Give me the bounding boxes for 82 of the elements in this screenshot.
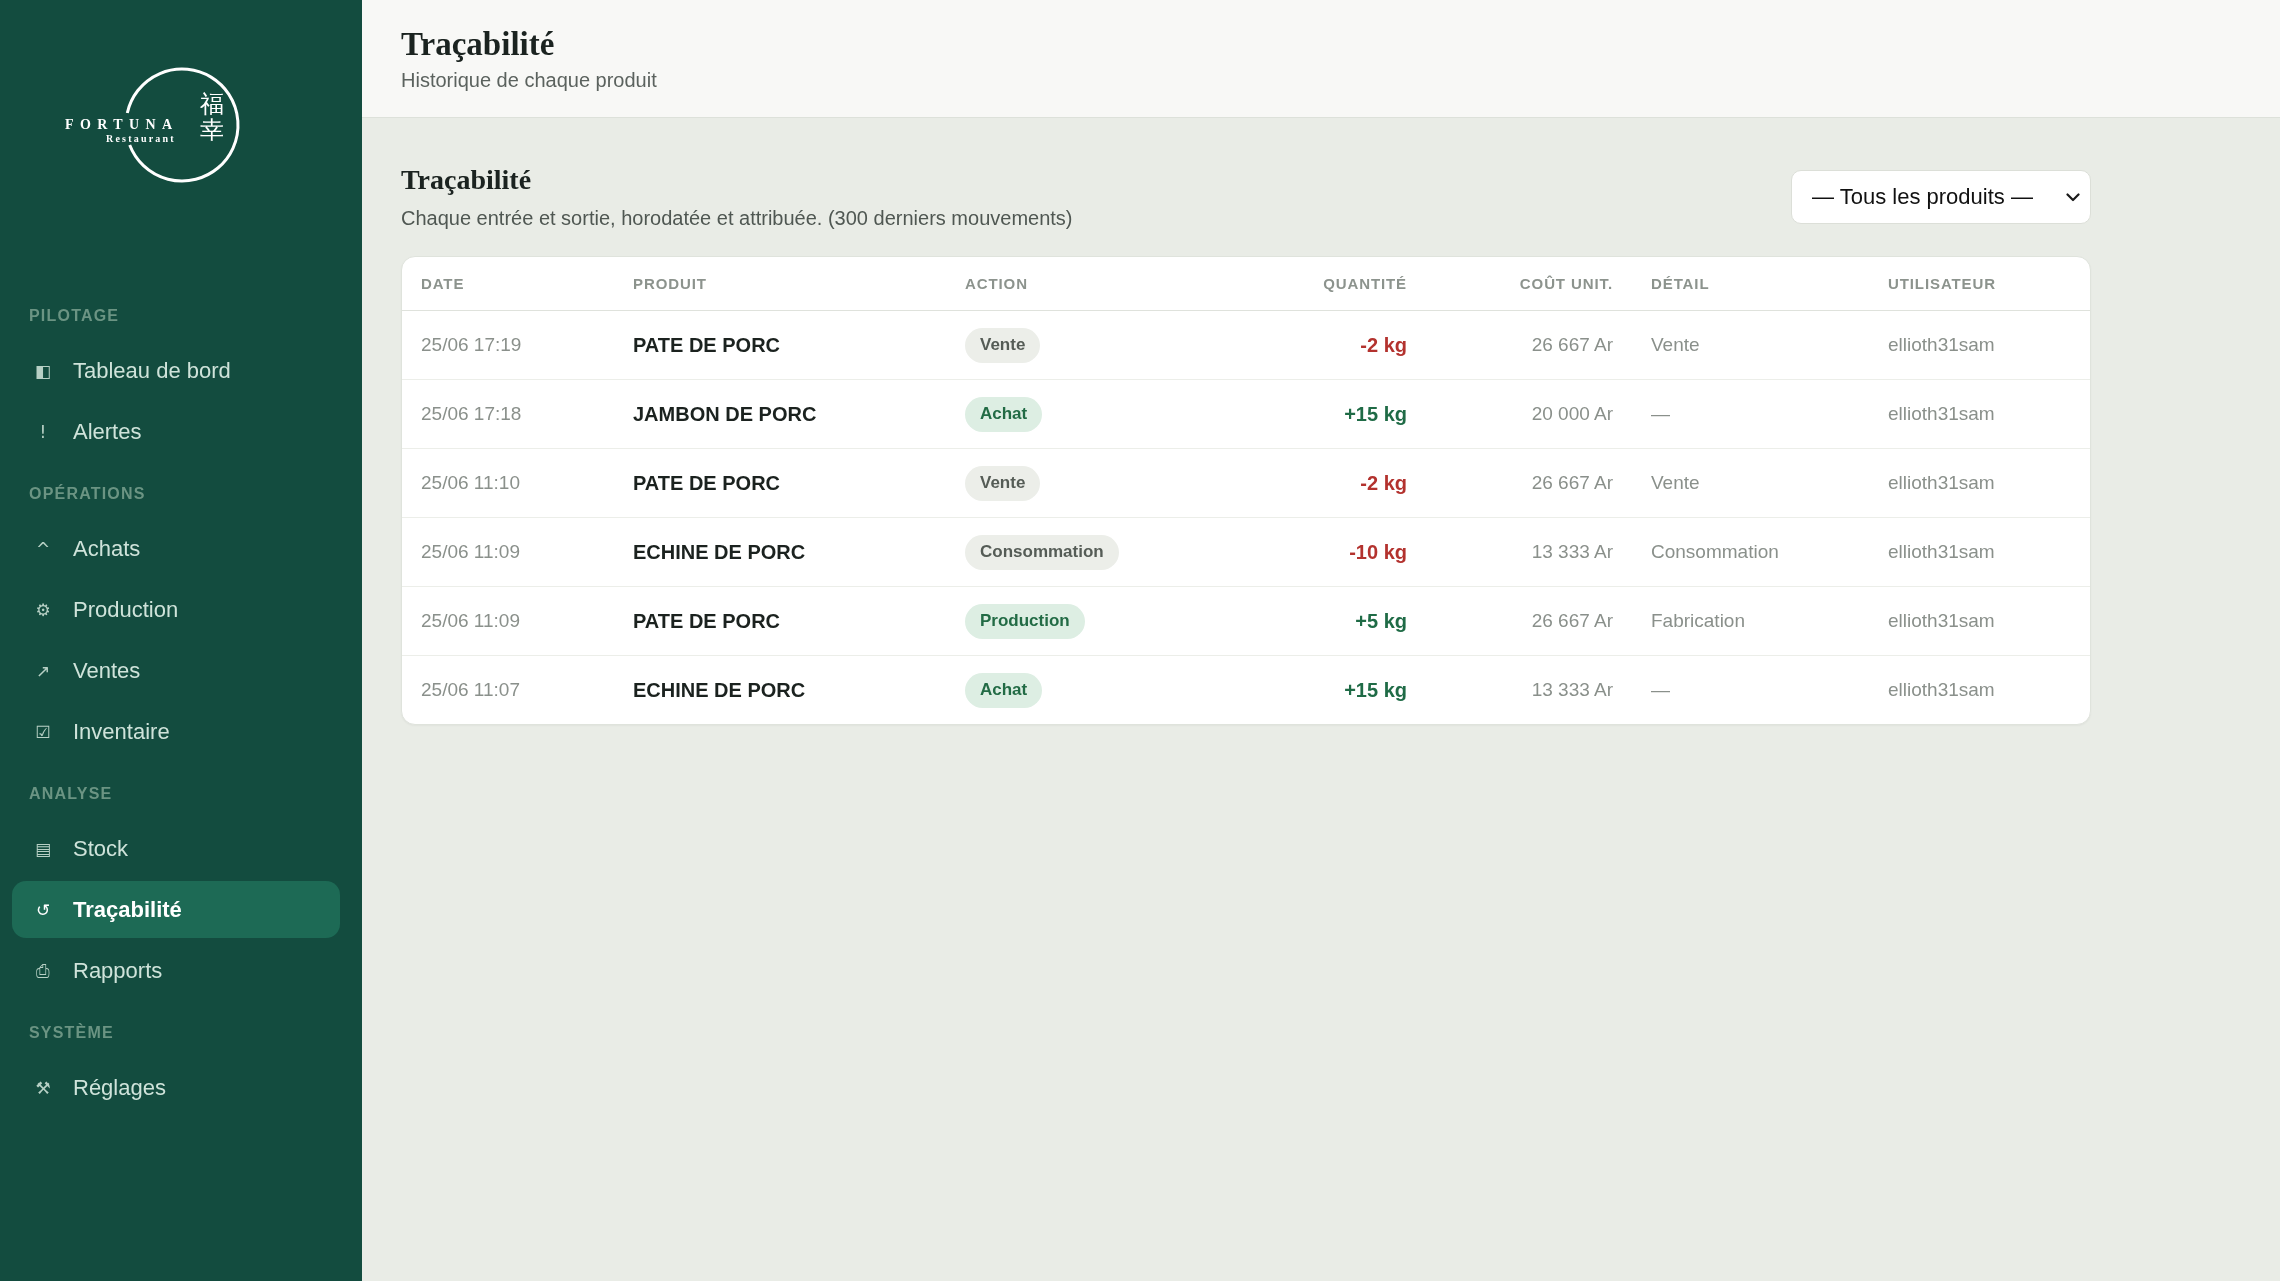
column-header: COÛT UNIT. xyxy=(1518,275,1614,292)
sidebar-item[interactable]: ⎙ Rapports xyxy=(12,942,340,999)
product-name: JAMBON DE PORC xyxy=(633,402,817,426)
column-header: UTILISATEUR xyxy=(1887,275,1997,292)
date-text: 25/06 17:18 xyxy=(421,403,522,425)
sidebar-item[interactable]: ▤ Stock xyxy=(12,820,340,877)
section-label: PILOTAGE xyxy=(28,306,120,326)
quantity-text: -2 kg xyxy=(1360,333,1407,357)
action-badge: Achat xyxy=(965,396,1043,432)
section-label: ANALYSE xyxy=(28,784,113,804)
section-description: Chaque entrée et sortie, horodatée et attribuée. (300 derniers mouvements) xyxy=(401,206,1073,231)
user-name: ellioth31sam xyxy=(1888,541,1995,563)
sidebar-item[interactable]: ⚙ Production xyxy=(12,581,340,638)
unit-cost-text: 13 333 Ar xyxy=(1531,679,1613,701)
column-header: ACTION xyxy=(964,275,1029,292)
sidebar-item[interactable]: ⚒ Réglages xyxy=(12,1059,340,1116)
date-text: 25/06 11:09 xyxy=(421,610,520,632)
sidebar-item[interactable]: ↺ Traçabilité xyxy=(12,881,340,938)
quantity-text: +15 kg xyxy=(1344,678,1407,702)
user-name: ellioth31sam xyxy=(1888,610,1995,632)
column-header: PRODUIT xyxy=(632,275,708,292)
detail-text: — xyxy=(1651,403,1670,425)
date-text: 25/06 17:19 xyxy=(421,334,522,356)
column-header: QUANTITÉ xyxy=(1322,275,1408,292)
quantity-text: +5 kg xyxy=(1355,609,1407,633)
detail-text: Vente xyxy=(1651,472,1700,494)
sidebar-item[interactable]: ! Alertes xyxy=(12,403,340,460)
unit-cost-text: 20 000 Ar xyxy=(1531,403,1613,425)
exclamation-icon: ! xyxy=(33,421,53,442)
action-badge: Vente xyxy=(965,327,1041,363)
user-name: ellioth31sam xyxy=(1888,472,1995,494)
detail-text: Fabrication xyxy=(1651,610,1745,632)
panel-icon: ◧ xyxy=(33,360,53,381)
quantity-text: +15 kg xyxy=(1344,402,1407,426)
action-badge: Consommation xyxy=(965,534,1119,570)
action-badge: Achat xyxy=(965,672,1043,708)
logo-characters: 福幸 xyxy=(200,91,224,144)
product-filter-dropdown[interactable]: — Tous les produits — xyxy=(1791,170,2091,224)
chevron-down-icon xyxy=(2066,192,2080,202)
unit-cost-text: 13 333 Ar xyxy=(1531,541,1613,563)
quantity-text: -10 kg xyxy=(1349,540,1407,564)
gear-icon: ⚙ xyxy=(33,599,53,620)
sidebar-item[interactable]: ◧ Tableau de bord xyxy=(12,342,340,399)
list-icon: ▤ xyxy=(33,838,53,859)
tools-icon: ⚒ xyxy=(33,1077,53,1098)
logo-tagline: Restaurant xyxy=(106,133,176,145)
section-title: Traçabilité xyxy=(401,163,533,197)
date-text: 25/06 11:09 xyxy=(421,541,520,563)
action-badge: Production xyxy=(965,603,1085,639)
document-icon: ⎙ xyxy=(33,960,53,981)
sidebar-item[interactable]: ^ Achats xyxy=(12,520,340,577)
product-name: ECHINE DE PORC xyxy=(633,678,806,702)
user-name: ellioth31sam xyxy=(1888,403,1995,425)
unit-cost-text: 26 667 Ar xyxy=(1531,334,1613,356)
user-name: ellioth31sam xyxy=(1888,679,1995,701)
sidebar-item[interactable]: ↗ Ventes xyxy=(12,642,340,699)
product-name: PATE DE PORC xyxy=(633,609,781,633)
action-badge: Vente xyxy=(965,465,1041,501)
product-name: PATE DE PORC xyxy=(633,471,781,495)
section-label: SYSTÈME xyxy=(28,1023,114,1043)
unit-cost-text: 26 667 Ar xyxy=(1531,610,1613,632)
column-header: DÉTAIL xyxy=(1650,275,1711,292)
checkbox-icon: ☑ xyxy=(33,721,53,742)
user-name: ellioth31sam xyxy=(1888,334,1995,356)
detail-text: — xyxy=(1651,679,1670,701)
date-text: 25/06 11:10 xyxy=(421,472,520,494)
date-text: 25/06 11:07 xyxy=(421,679,520,701)
product-name: PATE DE PORC xyxy=(633,333,781,357)
caret-up-icon: ^ xyxy=(33,538,53,559)
product-name: ECHINE DE PORC xyxy=(633,540,806,564)
sidebar-item[interactable]: ☑ Inventaire xyxy=(12,703,340,760)
logo-wordmark: FORTUNA xyxy=(65,117,179,133)
page-title: Traçabilité xyxy=(401,25,556,64)
section-label: OPÉRATIONS xyxy=(28,484,146,504)
circular-arrow-icon: ↺ xyxy=(33,899,53,920)
detail-text: Consommation xyxy=(1651,541,1779,563)
column-header: DATE xyxy=(420,275,466,292)
quantity-text: -2 kg xyxy=(1360,471,1407,495)
diagonal-arrow-icon: ↗ xyxy=(33,660,53,681)
unit-cost-text: 26 667 Ar xyxy=(1531,472,1613,494)
detail-text: Vente xyxy=(1651,334,1700,356)
page-subtitle: Historique de chaque produit xyxy=(401,68,658,93)
